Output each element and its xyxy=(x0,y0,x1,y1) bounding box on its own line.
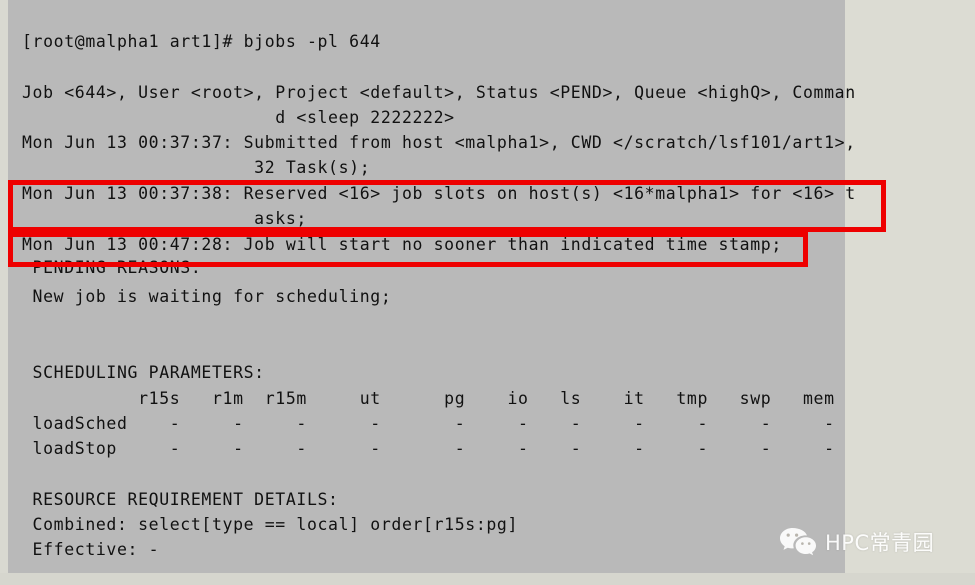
terminal-line-job-header: Job <644>, User <root>, Project <default… xyxy=(22,83,856,102)
scheduling-table-row-loadstop: loadStop - - - - - - - - - - - xyxy=(22,439,835,458)
terminal-line-resource-effective: Effective: - xyxy=(22,540,160,559)
terminal-screenshot: [root@malpha1 art1]# bjobs -pl 644 Job <… xyxy=(0,0,975,585)
scheduling-table-header: r15s r1m r15m ut pg io ls it tmp swp mem xyxy=(22,389,835,408)
terminal-line-submitted: Mon Jun 13 00:37:37: Submitted from host… xyxy=(22,133,856,152)
terminal-line-scheduling-header: SCHEDULING PARAMETERS: xyxy=(22,363,265,382)
terminal-line-resource-combined: Combined: select[type == local] order[r1… xyxy=(22,515,519,534)
annotation-box-reserved-slots xyxy=(8,180,886,232)
annotation-box-start-time xyxy=(8,232,808,267)
scheduling-table-row-loadsched: loadSched - - - - - - - - - - - xyxy=(22,414,835,433)
terminal-line-pending-reason: New job is waiting for scheduling; xyxy=(22,287,392,306)
terminal-line-tasks: 32 Task(s); xyxy=(22,158,371,177)
wechat-icon xyxy=(780,528,816,556)
watermark-label: HPC常青园 xyxy=(825,531,935,555)
terminal-line-prompt: [root@malpha1 art1]# bjobs -pl 644 xyxy=(22,32,381,51)
terminal-line-resource-header: RESOURCE REQUIREMENT DETAILS: xyxy=(22,490,339,509)
terminal-output: [root@malpha1 art1]# bjobs -pl 644 Job <… xyxy=(0,0,975,585)
wechat-watermark: HPC常青园 xyxy=(778,526,934,558)
terminal-line-job-command: d <sleep 2222222> xyxy=(22,108,455,127)
